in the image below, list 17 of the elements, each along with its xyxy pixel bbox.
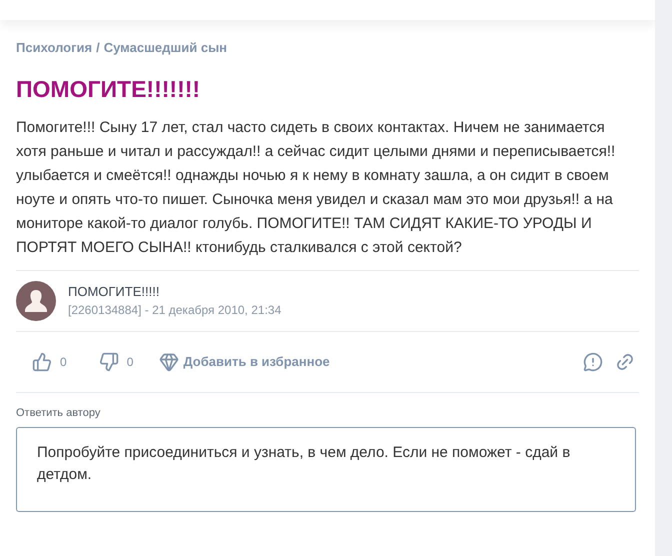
question-title: ПОМОГИТЕ!!!!!!! xyxy=(16,74,202,104)
report-icon[interactable] xyxy=(583,352,603,372)
like-button[interactable]: 0 xyxy=(32,352,67,372)
breadcrumb-link[interactable]: Сумасшедший сын xyxy=(104,38,228,58)
reply-label: Ответить автору xyxy=(16,406,102,420)
dislike-button[interactable]: 0 xyxy=(98,352,134,372)
avatar-icon xyxy=(16,280,56,320)
thumbs-up-icon xyxy=(32,352,52,372)
post-meta: [2260134884] - 21 декабря 2010, 21:34 xyxy=(68,302,282,320)
question-text: Помогите!!! Сыну 17 лет, стал часто сидеть в своих контактах. Ничем не занимается хотя раньше и читал и рассуждал!! а сейчас сидит целыми днями и переписывается!! улыбается и смеётся!! однажды ночью я к нему в комнату зашла, а он сидит в своем ноуте и опять что-то пишет. Сыночка меня увидел и сказал мам это мои друзья!! а на мониторе какой-то диалог голубь. ПОМОГИТЕ!! ТАМ СИДЯТ КАКИЕ-ТО УРОДЫ И ПОРТЯТ МОЕГО СЫНА!! ктонибудь сталкивался с этой сектой? xyxy=(16,118,616,258)
favorite-button[interactable]: Добавить в избранное xyxy=(159,352,330,372)
answer-field[interactable]: Попробуйте присоединиться и узнать, в чем дело. Если не поможет - сдай в детдом. xyxy=(16,427,636,512)
breadcrumb-separator: / xyxy=(96,39,100,57)
thumbs-down-icon xyxy=(98,352,119,372)
breadcrumb-link[interactable]: Психология xyxy=(16,38,92,58)
author-name[interactable]: ПОМОГИТЕ!!!!! xyxy=(68,282,282,302)
diamond-icon xyxy=(159,352,180,372)
